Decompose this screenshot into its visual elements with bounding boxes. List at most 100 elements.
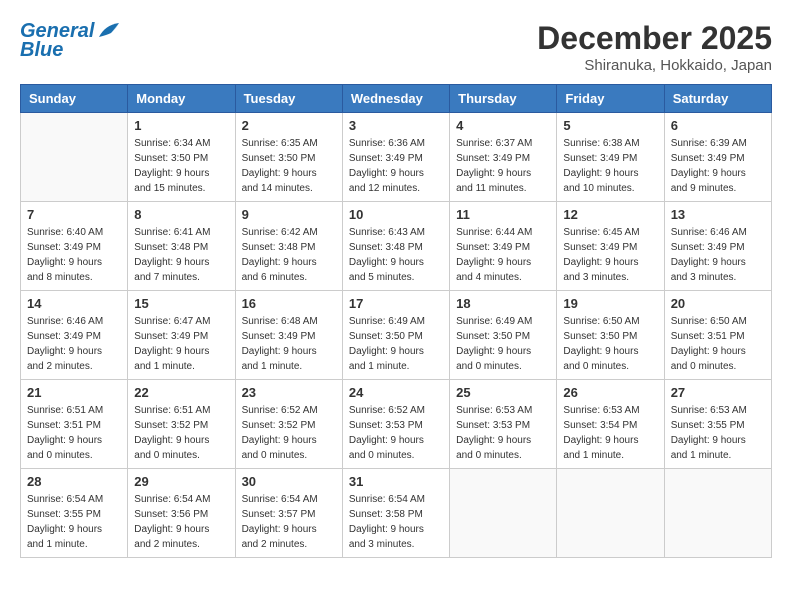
calendar-cell: 21Sunrise: 6:51 AMSunset: 3:51 PMDayligh… [21,380,128,469]
day-number: 7 [27,207,121,222]
title-block: December 2025 Shiranuka, Hokkaido, Japan [537,20,772,74]
day-number: 13 [671,207,765,222]
day-number: 3 [349,118,443,133]
weekday-header-monday: Monday [128,85,235,113]
day-info: Sunrise: 6:52 AMSunset: 3:53 PMDaylight:… [349,403,443,463]
day-number: 2 [242,118,336,133]
weekday-header-wednesday: Wednesday [342,85,449,113]
calendar-cell: 13 Sunrise: 6:46 AMSunset: 3:49 PMDayligh… [664,202,771,291]
day-number: 27 [671,385,765,400]
day-number: 14 [27,296,121,311]
calendar-cell [450,469,557,558]
day-number: 15 [134,296,228,311]
day-number: 5 [563,118,657,133]
calendar-week-5: 28Sunrise: 6:54 AMSunset: 3:55 PMDayligh… [21,469,772,558]
calendar-cell: 20 Sunrise: 6:50 AMSunset: 3:51 PMDayligh… [664,291,771,380]
day-number: 22 [134,385,228,400]
day-info: Sunrise: 6:54 AMSunset: 3:56 PMDaylight:… [134,492,228,552]
calendar-cell: 24 Sunrise: 6:52 AMSunset: 3:53 PMDayligh… [342,380,449,469]
calendar-cell: 23 Sunrise: 6:52 AMSunset: 3:52 PMDayligh… [235,380,342,469]
day-number: 23 [242,385,336,400]
day-number: 6 [671,118,765,133]
weekday-header-friday: Friday [557,85,664,113]
day-number: 12 [563,207,657,222]
calendar-cell: 6 Sunrise: 6:39 AMSunset: 3:49 PMDaylight… [664,113,771,202]
calendar-cell: 9 Sunrise: 6:42 AMSunset: 3:48 PMDaylight… [235,202,342,291]
calendar-week-4: 21Sunrise: 6:51 AMSunset: 3:51 PMDayligh… [21,380,772,469]
calendar-cell [21,113,128,202]
weekday-header-tuesday: Tuesday [235,85,342,113]
calendar-cell: 25 Sunrise: 6:53 AMSunset: 3:53 PMDayligh… [450,380,557,469]
month-title: December 2025 [537,20,772,57]
day-info: Sunrise: 6:46 AMSunset: 3:49 PMDaylight:… [27,314,121,374]
day-info: Sunrise: 6:54 AMSunset: 3:55 PMDaylight:… [27,492,121,552]
day-number: 19 [563,296,657,311]
day-info: Sunrise: 6:45 AMSunset: 3:49 PMDaylight:… [563,225,657,285]
day-info: Sunrise: 6:44 AMSunset: 3:49 PMDaylight:… [456,225,550,285]
calendar-cell: 18Sunrise: 6:49 AMSunset: 3:50 PMDayligh… [450,291,557,380]
day-info: Sunrise: 6:51 AMSunset: 3:52 PMDaylight:… [134,403,228,463]
day-number: 20 [671,296,765,311]
calendar-cell: 17Sunrise: 6:49 AMSunset: 3:50 PMDayligh… [342,291,449,380]
day-info: Sunrise: 6:42 AMSunset: 3:48 PMDaylight:… [242,225,336,285]
logo-blue: Blue [20,39,63,62]
calendar-week-1: 1Sunrise: 6:34 AMSunset: 3:50 PMDaylight… [21,113,772,202]
day-info: Sunrise: 6:52 AMSunset: 3:52 PMDaylight:… [242,403,336,463]
day-number: 24 [349,385,443,400]
day-number: 4 [456,118,550,133]
calendar-cell [664,469,771,558]
day-info: Sunrise: 6:50 AMSunset: 3:50 PMDaylight:… [563,314,657,374]
calendar-cell: 19 Sunrise: 6:50 AMSunset: 3:50 PMDayligh… [557,291,664,380]
calendar-cell: 15 Sunrise: 6:47 AMSunset: 3:49 PMDayligh… [128,291,235,380]
day-info: Sunrise: 6:54 AMSunset: 3:57 PMDaylight:… [242,492,336,552]
day-number: 9 [242,207,336,222]
day-info: Sunrise: 6:43 AMSunset: 3:48 PMDaylight:… [349,225,443,285]
day-info: Sunrise: 6:54 AMSunset: 3:58 PMDaylight:… [349,492,443,552]
weekday-header-row: SundayMondayTuesdayWednesdayThursdayFrid… [21,85,772,113]
day-info: Sunrise: 6:41 AMSunset: 3:48 PMDaylight:… [134,225,228,285]
day-number: 29 [134,474,228,489]
day-info: Sunrise: 6:40 AMSunset: 3:49 PMDaylight:… [27,225,121,285]
calendar-cell: 11 Sunrise: 6:44 AMSunset: 3:49 PMDayligh… [450,202,557,291]
calendar-cell: 3 Sunrise: 6:36 AMSunset: 3:49 PMDaylight… [342,113,449,202]
day-info: Sunrise: 6:53 AMSunset: 3:53 PMDaylight:… [456,403,550,463]
calendar-cell: 27Sunrise: 6:53 AMSunset: 3:55 PMDayligh… [664,380,771,469]
day-info: Sunrise: 6:39 AMSunset: 3:49 PMDaylight:… [671,136,765,196]
calendar-cell: 26Sunrise: 6:53 AMSunset: 3:54 PMDayligh… [557,380,664,469]
calendar-table: SundayMondayTuesdayWednesdayThursdayFrid… [20,84,772,558]
day-info: Sunrise: 6:36 AMSunset: 3:49 PMDaylight:… [349,136,443,196]
calendar-cell: 31 Sunrise: 6:54 AMSunset: 3:58 PMDayligh… [342,469,449,558]
day-info: Sunrise: 6:49 AMSunset: 3:50 PMDaylight:… [456,314,550,374]
day-number: 26 [563,385,657,400]
day-number: 31 [349,474,443,489]
page-header: General Blue December 2025 Shiranuka, Ho… [20,20,772,74]
calendar-cell: 28Sunrise: 6:54 AMSunset: 3:55 PMDayligh… [21,469,128,558]
day-info: Sunrise: 6:50 AMSunset: 3:51 PMDaylight:… [671,314,765,374]
day-number: 11 [456,207,550,222]
day-number: 21 [27,385,121,400]
calendar-cell: 14 Sunrise: 6:46 AMSunset: 3:49 PMDayligh… [21,291,128,380]
calendar-cell: 22 Sunrise: 6:51 AMSunset: 3:52 PMDayligh… [128,380,235,469]
day-number: 16 [242,296,336,311]
weekday-header-saturday: Saturday [664,85,771,113]
calendar-cell: 5Sunrise: 6:38 AMSunset: 3:49 PMDaylight… [557,113,664,202]
day-info: Sunrise: 6:49 AMSunset: 3:50 PMDaylight:… [349,314,443,374]
calendar-cell: 7 Sunrise: 6:40 AMSunset: 3:49 PMDaylight… [21,202,128,291]
calendar-week-2: 7 Sunrise: 6:40 AMSunset: 3:49 PMDaylight… [21,202,772,291]
day-info: Sunrise: 6:48 AMSunset: 3:49 PMDaylight:… [242,314,336,374]
day-info: Sunrise: 6:47 AMSunset: 3:49 PMDaylight:… [134,314,228,374]
calendar-cell: 29 Sunrise: 6:54 AMSunset: 3:56 PMDayligh… [128,469,235,558]
calendar-cell: 16 Sunrise: 6:48 AMSunset: 3:49 PMDayligh… [235,291,342,380]
weekday-header-thursday: Thursday [450,85,557,113]
calendar-cell: 10 Sunrise: 6:43 AMSunset: 3:48 PMDayligh… [342,202,449,291]
calendar-cell: 12 Sunrise: 6:45 AMSunset: 3:49 PMDayligh… [557,202,664,291]
calendar-cell: 30 Sunrise: 6:54 AMSunset: 3:57 PMDayligh… [235,469,342,558]
day-info: Sunrise: 6:34 AMSunset: 3:50 PMDaylight:… [134,136,228,196]
calendar-cell: 4Sunrise: 6:37 AMSunset: 3:49 PMDaylight… [450,113,557,202]
day-number: 10 [349,207,443,222]
day-number: 30 [242,474,336,489]
calendar-cell: 1Sunrise: 6:34 AMSunset: 3:50 PMDaylight… [128,113,235,202]
day-info: Sunrise: 6:46 AMSunset: 3:49 PMDaylight:… [671,225,765,285]
day-number: 25 [456,385,550,400]
calendar-cell: 2Sunrise: 6:35 AMSunset: 3:50 PMDaylight… [235,113,342,202]
